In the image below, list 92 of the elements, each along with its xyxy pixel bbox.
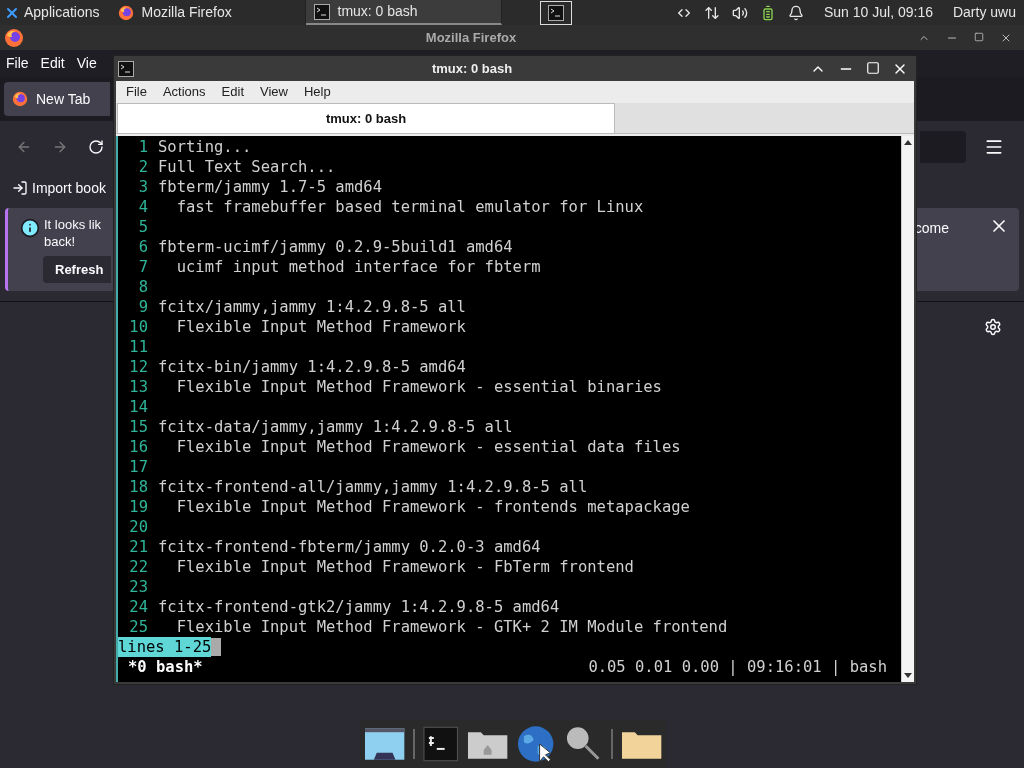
terminal-icon	[313, 3, 330, 20]
import-icon	[12, 180, 28, 196]
battery-icon[interactable]	[760, 4, 776, 21]
terminal-line: fbterm/jammy 1.7-5 amd64	[158, 177, 382, 197]
scrollbar[interactable]	[901, 136, 914, 682]
line-number: 12	[128, 357, 149, 377]
desktop-icon[interactable]	[364, 726, 406, 762]
terminal-line: fcitx-frontend-gtk2/jammy 1:4.2.9.8-5 amd64	[158, 597, 560, 617]
browser-tab[interactable]: New Tab	[4, 82, 110, 116]
notification-text: It looks lik	[44, 216, 103, 233]
globe-icon[interactable]	[516, 724, 556, 764]
terminal-icon	[118, 60, 134, 77]
line-number: 13	[128, 377, 149, 397]
line-number: 19	[128, 497, 149, 517]
line-number: 4	[137, 197, 149, 217]
terminal-line: Full Text Search...	[158, 157, 336, 177]
menu-item[interactable]: View	[260, 82, 288, 102]
terminal-line: fbterm-ucimf/jammy 0.2.9-5build1 amd64	[158, 237, 513, 257]
scroll-up-icon[interactable]	[904, 140, 912, 145]
line-number: 24	[128, 597, 149, 617]
line-number: 11	[128, 337, 149, 357]
taskbar-item[interactable]: tmux: 0 bash	[305, 0, 502, 25]
terminal-line: fcitx-frontend-fbterm/jammy 0.2.0-3 amd64	[158, 537, 541, 557]
line-number: 7	[137, 257, 149, 277]
terminal-line: Sorting...	[158, 137, 252, 157]
terminal-line: fcitx/jammy,jammy 1:4.2.9.8-5 all	[158, 297, 466, 317]
menu-item[interactable]: Edit	[221, 82, 244, 102]
clock[interactable]: Sun 10 Jul, 09:16	[824, 2, 933, 23]
line-number: 14	[128, 397, 149, 417]
line-number: 5	[137, 217, 149, 237]
bell-icon[interactable]	[788, 4, 804, 21]
terminal-line: Flexible Input Method Framework	[175, 317, 466, 337]
line-number: 8	[137, 277, 149, 297]
terminal-icon[interactable]	[423, 726, 459, 762]
line-number: 18	[128, 477, 149, 497]
line-number: 2	[137, 157, 149, 177]
terminal-tab[interactable]: tmux: 0 bash	[117, 103, 615, 133]
forward-icon[interactable]	[52, 139, 68, 155]
terminal-line: fcitx-frontend-all/jammy,jammy 1:4.2.9.8-5 all	[158, 477, 588, 497]
line-number: 20	[128, 517, 149, 537]
cursor	[211, 638, 222, 656]
terminal-line: ucimf input method interface for fbterm	[175, 257, 541, 277]
line-number: 16	[128, 437, 149, 457]
line-number: 6	[137, 237, 149, 257]
bookmark-item[interactable]: Import book	[12, 177, 106, 199]
menu-item[interactable]: File	[6, 53, 29, 74]
line-number: 3	[137, 177, 149, 197]
tmux-window: *0 bash*	[128, 657, 203, 677]
transfer-icon[interactable]	[704, 4, 720, 21]
line-number: 15	[128, 417, 149, 437]
terminal-line: Flexible Input Method Framework - essential data files	[175, 437, 681, 457]
settings-icon[interactable]	[984, 318, 1002, 336]
terminal-line: Flexible Input Method Framework - FbTerm frontend	[175, 557, 634, 577]
menu-item[interactable]: File	[126, 82, 147, 102]
refresh-button[interactable]: Refresh	[43, 256, 111, 283]
line-number: 10	[128, 317, 149, 337]
user-name[interactable]: Darty uwu	[952, 2, 1016, 23]
line-number: 22	[128, 557, 149, 577]
terminal-line: Flexible Input Method Framework - GTK+ 2 IM Module frontend	[175, 617, 728, 637]
line-number: 23	[128, 577, 149, 597]
menu-item[interactable]: Vie	[76, 53, 97, 74]
pager-status: lines 1-25	[118, 637, 212, 657]
back-icon[interactable]	[16, 139, 32, 155]
tmux-status: 0.05 0.01 0.00 | 09:16:01 | bash	[588, 657, 887, 677]
firefox-icon	[117, 4, 134, 21]
firefox-icon	[12, 91, 28, 107]
info-icon	[20, 218, 40, 238]
line-number: 17	[128, 457, 149, 477]
terminal-line: fast framebuffer based terminal emulator for Linux	[175, 197, 644, 217]
reload-icon[interactable]	[88, 139, 104, 155]
volume-icon[interactable]	[732, 4, 748, 21]
scroll-down-icon[interactable]	[904, 673, 912, 678]
maximize-icon[interactable]	[974, 31, 984, 42]
line-number: 9	[137, 297, 149, 317]
window-title: tmux: 0 bash	[430, 59, 514, 78]
window-title: Mozilla Firefox	[424, 28, 518, 47]
line-number: 21	[128, 537, 149, 557]
notification-text: back!	[44, 233, 77, 250]
menu-item[interactable]: Actions	[162, 82, 206, 102]
line-number: 25	[128, 617, 149, 637]
menu-icon[interactable]	[984, 137, 1004, 157]
terminal-line: Flexible Input Method Framework - essential binaries	[175, 377, 662, 397]
terminal-line: fcitx-data/jammy,jammy 1:4.2.9.8-5 all	[158, 417, 513, 437]
terminal-line: Flexible Input Method Framework - frontends metapackage	[175, 497, 690, 517]
applications-menu[interactable]: Applications	[0, 0, 104, 25]
menu-item[interactable]: Help	[303, 82, 331, 102]
workspace-button[interactable]	[539, 0, 572, 25]
terminal-line: fcitx-bin/jammy 1:4.2.9.8-5 amd64	[158, 357, 466, 377]
firefox-icon	[4, 27, 24, 48]
terminal-icon	[547, 4, 564, 21]
line-number: 1	[137, 137, 149, 157]
menu-item[interactable]: Edit	[40, 53, 65, 74]
